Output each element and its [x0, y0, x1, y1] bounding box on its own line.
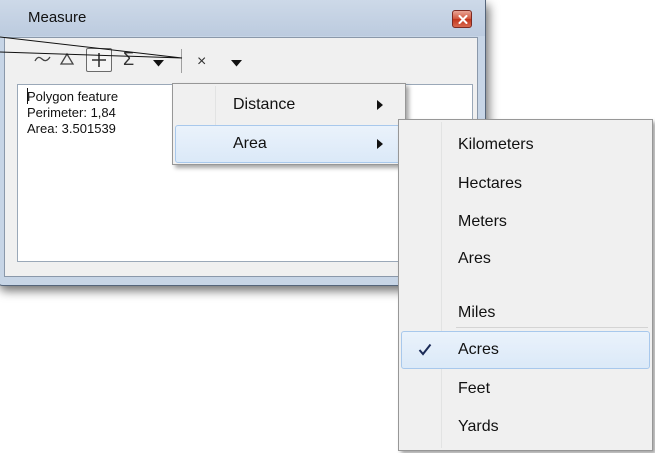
callout-pointer: [0, 36, 183, 59]
menu-item-miles[interactable]: Miles: [401, 294, 650, 332]
menu-item-area-label: Area: [233, 135, 267, 152]
close-icon: [458, 15, 468, 24]
menu-item-yards-label: Yards: [458, 418, 499, 435]
close-button[interactable]: [452, 10, 472, 28]
check-icon: [418, 343, 432, 356]
menu-item-area[interactable]: Area: [175, 125, 403, 163]
menu-item-acres[interactable]: Acres: [401, 331, 650, 369]
menu-item-ares[interactable]: Ares: [401, 240, 650, 278]
menu-item-acres-label: Acres: [458, 341, 499, 358]
menu-item-miles-label: Miles: [458, 304, 496, 321]
clear-dropdown-arrow-icon[interactable]: [231, 60, 242, 67]
area-units-submenu: Kilometers Hectares Meters Ares Miles Ac…: [398, 119, 653, 451]
menu-item-feet-label: Feet: [458, 380, 491, 397]
menu-item-kilometers[interactable]: Kilometers: [401, 126, 650, 164]
result-area: Area: 3.501539: [27, 121, 116, 136]
submenu-arrow-icon: [377, 100, 383, 110]
submenu-arrow-icon: [377, 139, 383, 149]
menu-item-distance[interactable]: Distance: [175, 86, 403, 124]
menu-item-yards[interactable]: Yards: [401, 408, 650, 446]
menu-item-meters-label: Meters: [458, 213, 507, 230]
result-feature-type: Polygon feature: [27, 89, 119, 104]
menu-item-distance-label: Distance: [233, 96, 296, 113]
measure-dropdown-menu: Distance Area: [172, 83, 406, 165]
menu-item-feet[interactable]: Feet: [401, 370, 650, 408]
menu-item-meters[interactable]: Meters: [401, 203, 650, 241]
result-perimeter: Perimeter: 1,84: [27, 105, 116, 120]
menu-item-hectares[interactable]: Hectares: [401, 165, 650, 203]
menu-item-kilometers-label: Kilometers: [458, 136, 534, 153]
menu-item-hectares-label: Hectares: [458, 175, 523, 192]
menu-item-ares-label: Ares: [458, 250, 491, 267]
